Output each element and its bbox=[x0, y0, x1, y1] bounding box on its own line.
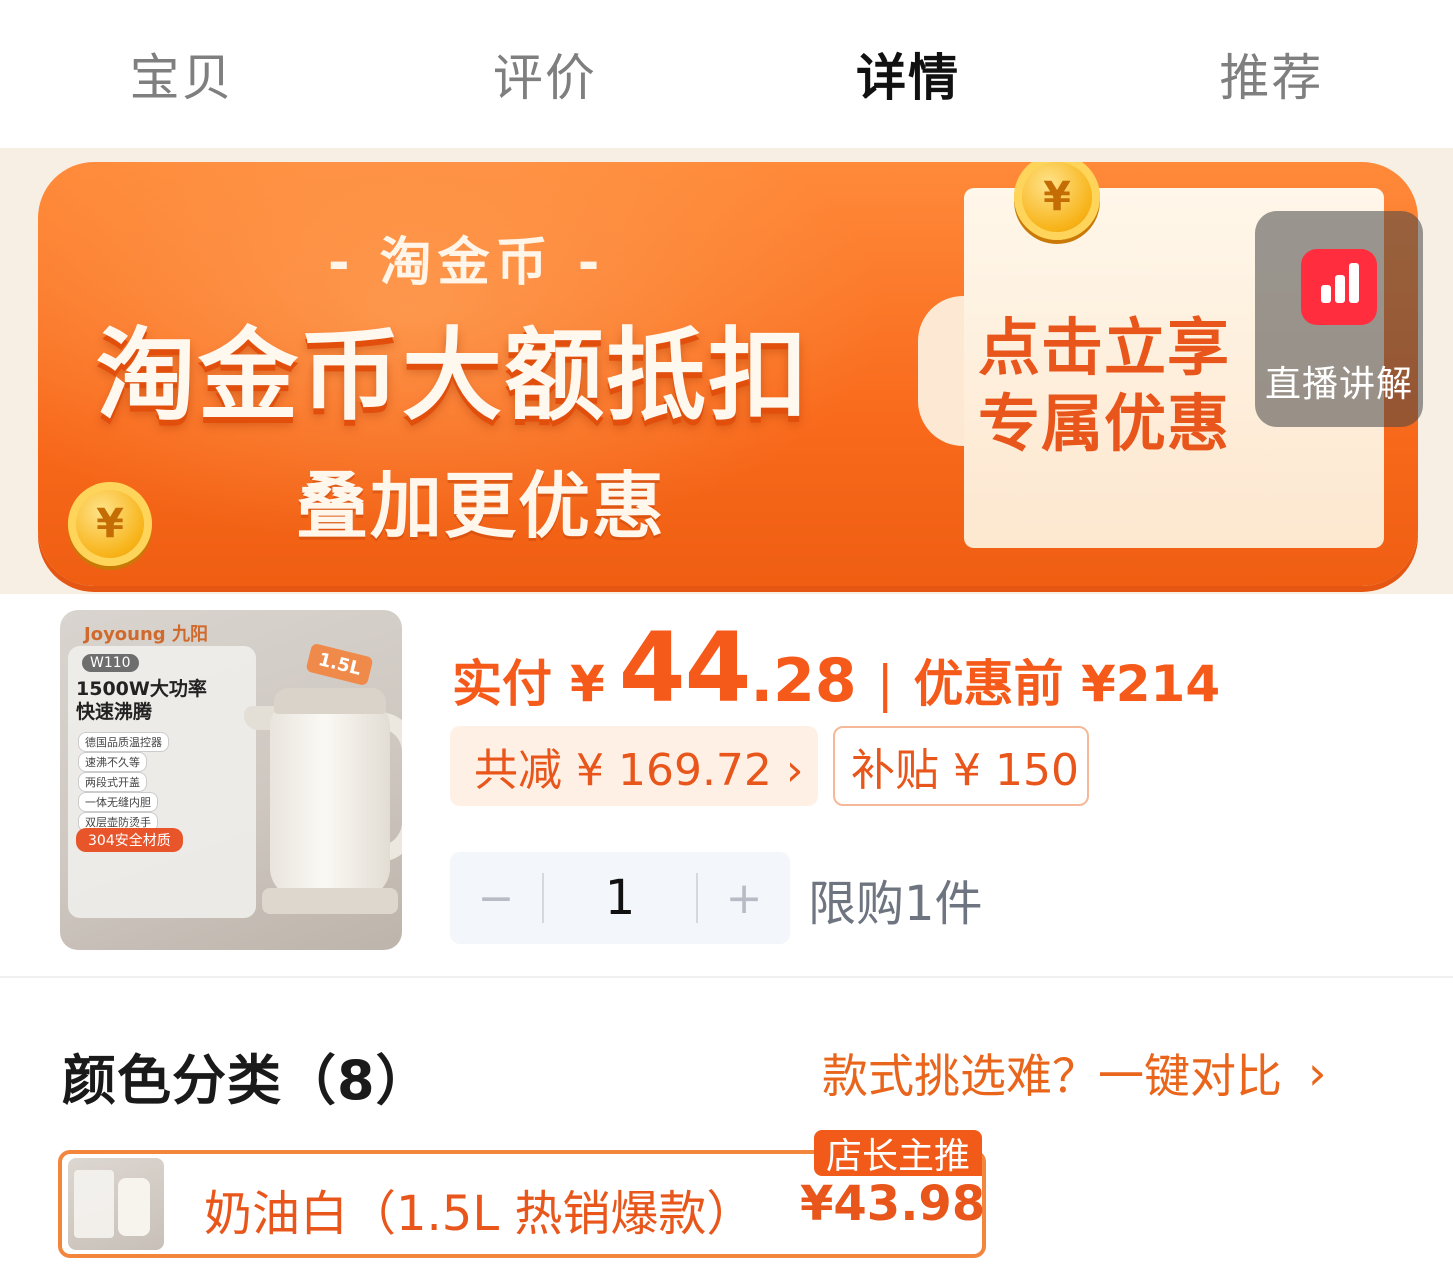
feature-tag: 一体无缝内胆 bbox=[78, 792, 158, 812]
cta-line-2: 专属优惠 bbox=[978, 387, 1231, 460]
decrement-button[interactable]: − bbox=[450, 852, 542, 944]
variant-name: 奶油白（1.5L 热销爆款） bbox=[204, 1186, 755, 1242]
kettle-image bbox=[270, 702, 390, 898]
increment-button[interactable]: + bbox=[698, 852, 790, 944]
tab-bar: 宝贝 评价 详情 推荐 bbox=[0, 0, 1453, 148]
currency-symbol: ¥ bbox=[570, 655, 605, 713]
feature-tag: 两段式开盖 bbox=[78, 772, 147, 792]
compare-link[interactable]: 款式挑选难？一键对比 › bbox=[822, 1040, 1326, 1106]
capacity-badge: 1.5L bbox=[305, 642, 374, 687]
quantity-value[interactable]: 1 bbox=[544, 870, 696, 926]
live-explain-button[interactable]: 直播讲解 bbox=[1255, 211, 1423, 427]
recommend-badge: 店长主推 bbox=[814, 1130, 983, 1177]
product-thumbnail[interactable]: Joyoung 九阳 W110 1500W大功率 快速沸腾 德国品质温控器 速沸… bbox=[60, 610, 402, 950]
total-discount-chip[interactable]: 共减 ¥ 169.72 › bbox=[450, 726, 818, 806]
banner-title: 淘金币大额抵扣 bbox=[96, 317, 810, 434]
live-label: 直播讲解 bbox=[1264, 364, 1413, 405]
brand-logo: Joyoung 九阳 bbox=[84, 624, 208, 645]
price-label: 实付 bbox=[452, 655, 552, 713]
purchase-limit: 限购1件 bbox=[808, 876, 983, 932]
promo-banner-area: - 淘金币 - 淘金币大额抵扣 叠加更优惠 点击立享 专属优惠 ¥ ¥ bbox=[0, 148, 1453, 594]
subsidy-chip[interactable]: 补贴 ¥ 150 bbox=[833, 726, 1089, 806]
price-row: 实付 ¥ 44 .28 | 优惠前 ¥214 bbox=[452, 612, 1220, 724]
color-section-title: 颜色分类（8） bbox=[62, 1049, 431, 1112]
variant-price: ¥43.98 bbox=[800, 1176, 986, 1232]
thumb-headline: 1500W大功率 快速沸腾 bbox=[76, 678, 207, 723]
kettle-image bbox=[262, 888, 398, 914]
banner-description: 叠加更优惠 bbox=[296, 464, 667, 548]
chevron-right-icon: › bbox=[1308, 1046, 1327, 1100]
live-chart-icon bbox=[1301, 249, 1377, 325]
tab-reviews[interactable]: 评价 bbox=[363, 0, 726, 148]
model-badge: W110 bbox=[82, 654, 139, 672]
banner-cta[interactable]: 点击立享 专属优惠 bbox=[978, 310, 1230, 462]
feature-tag: 速沸不久等 bbox=[78, 752, 147, 772]
price-integer: 44 bbox=[618, 612, 752, 724]
material-badge: 304安全材质 bbox=[76, 828, 183, 852]
product-summary: Joyoung 九阳 W110 1500W大功率 快速沸腾 德国品质温控器 速沸… bbox=[0, 594, 1453, 978]
tab-details[interactable]: 详情 bbox=[727, 0, 1090, 148]
promo-banner[interactable]: - 淘金币 - 淘金币大额抵扣 叠加更优惠 点击立享 专属优惠 ¥ ¥ bbox=[38, 162, 1418, 586]
tab-recommend[interactable]: 推荐 bbox=[1090, 0, 1453, 148]
compare-text: 款式挑选难？一键对比 bbox=[822, 1049, 1282, 1103]
price-divider: | bbox=[876, 655, 894, 713]
quantity-stepper: − 1 + bbox=[450, 852, 790, 944]
tab-item[interactable]: 宝贝 bbox=[0, 0, 363, 148]
coin-icon: ¥ bbox=[68, 482, 152, 566]
feature-tag: 德国品质温控器 bbox=[78, 732, 169, 752]
variant-thumbnail bbox=[68, 1158, 164, 1250]
price-decimal: .28 bbox=[750, 646, 857, 716]
banner-subtitle: - 淘金币 - bbox=[328, 233, 606, 293]
kettle-image bbox=[274, 688, 386, 714]
cta-line-1: 点击立享 bbox=[978, 311, 1231, 384]
original-price: 优惠前 ¥214 bbox=[913, 655, 1221, 713]
